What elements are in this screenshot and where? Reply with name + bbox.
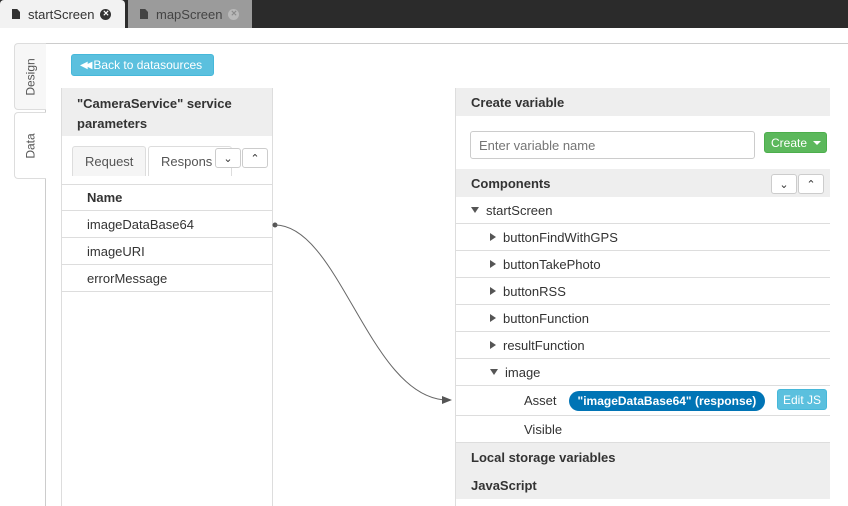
tree-node-image[interactable]: image: [456, 359, 830, 386]
tree-label: buttonTakePhoto: [503, 256, 601, 272]
property-label: Asset: [524, 393, 557, 408]
collapsed-arrow-icon: [490, 233, 496, 241]
close-icon[interactable]: ✕: [100, 8, 112, 20]
binding-badge[interactable]: "imageDataBase64" (response): [568, 390, 766, 411]
variable-name-input[interactable]: [470, 131, 755, 159]
tab-request[interactable]: Request: [72, 146, 146, 176]
expand-button[interactable]: ⌃: [242, 148, 268, 168]
file-tab-bar: startScreen ✕ mapScreen ✕: [0, 0, 848, 28]
caret-down-icon: [813, 140, 822, 145]
chevron-up-icon: ⌃: [250, 152, 260, 165]
expanded-arrow-icon: [471, 207, 479, 213]
chevron-down-icon: ⌄: [779, 178, 789, 191]
mapping-panel: Create variable Create Components ⌄ ⌃ st…: [455, 88, 830, 506]
property-visible-row[interactable]: Visible: [456, 416, 830, 443]
property-label: Visible: [524, 421, 563, 437]
components-collapse-button[interactable]: ⌄: [771, 174, 797, 194]
collapsed-arrow-icon: [490, 314, 496, 322]
tree-node[interactable]: buttonFindWithGPS: [456, 224, 830, 251]
create-variable-header: Create variable: [456, 88, 830, 116]
expanded-arrow-icon: [490, 369, 498, 375]
collapse-button[interactable]: ⌄: [215, 148, 241, 168]
back-label: Back to datasources: [93, 58, 203, 72]
chevron-down-icon: ⌄: [223, 152, 233, 165]
tab-map-screen[interactable]: mapScreen ✕: [128, 0, 252, 28]
column-header-name: Name: [62, 184, 272, 211]
tab-design-label: Design: [23, 57, 38, 96]
service-title: "CameraService" service parameters: [62, 88, 272, 136]
tree-label: resultFunction: [503, 337, 585, 353]
tab-label: mapScreen: [156, 6, 223, 22]
tree-label: buttonFunction: [503, 310, 590, 326]
local-storage-header[interactable]: Local storage variables: [456, 443, 830, 471]
collapsed-arrow-icon: [490, 287, 496, 295]
tree-node[interactable]: buttonTakePhoto: [456, 251, 830, 278]
param-item[interactable]: imageDataBase64: [62, 211, 272, 238]
edit-js-button[interactable]: Edit JS: [777, 389, 827, 410]
param-item[interactable]: errorMessage: [62, 265, 272, 292]
service-parameters-panel: "CameraService" service parameters Reque…: [61, 88, 273, 506]
close-icon[interactable]: ✕: [228, 8, 240, 20]
tree-label: image: [505, 364, 541, 380]
tab-data-label: Data: [23, 132, 38, 159]
create-button[interactable]: Create: [764, 132, 827, 153]
collapsed-arrow-icon: [490, 341, 496, 349]
create-label: Create: [771, 135, 808, 150]
tab-start-screen[interactable]: startScreen ✕: [0, 0, 125, 28]
tree-node[interactable]: resultFunction: [456, 332, 830, 359]
param-item[interactable]: imageURI: [62, 238, 272, 265]
tree-node[interactable]: buttonRSS: [456, 278, 830, 305]
tab-data[interactable]: Data: [14, 112, 46, 179]
file-icon: [140, 9, 148, 19]
tree-label: buttonRSS: [503, 283, 566, 299]
tab-design[interactable]: Design: [14, 43, 46, 110]
components-expand-button[interactable]: ⌃: [798, 174, 824, 194]
file-icon: [12, 9, 20, 19]
tree-label: startScreen: [486, 202, 553, 218]
tree-label: buttonFindWithGPS: [503, 229, 618, 245]
tree-node-startscreen[interactable]: startScreen: [456, 197, 830, 224]
double-chevron-left-icon: ◀◀: [80, 59, 93, 71]
collapsed-arrow-icon: [490, 260, 496, 268]
tree-node[interactable]: buttonFunction: [456, 305, 830, 332]
chevron-up-icon: ⌃: [806, 178, 816, 191]
javascript-header[interactable]: JavaScript: [456, 471, 830, 499]
back-to-datasources-button[interactable]: ◀◀ Back to datasources: [71, 54, 214, 76]
property-asset-row: Asset "imageDataBase64" (response) Edit …: [456, 386, 830, 416]
tab-label: startScreen: [28, 6, 95, 22]
